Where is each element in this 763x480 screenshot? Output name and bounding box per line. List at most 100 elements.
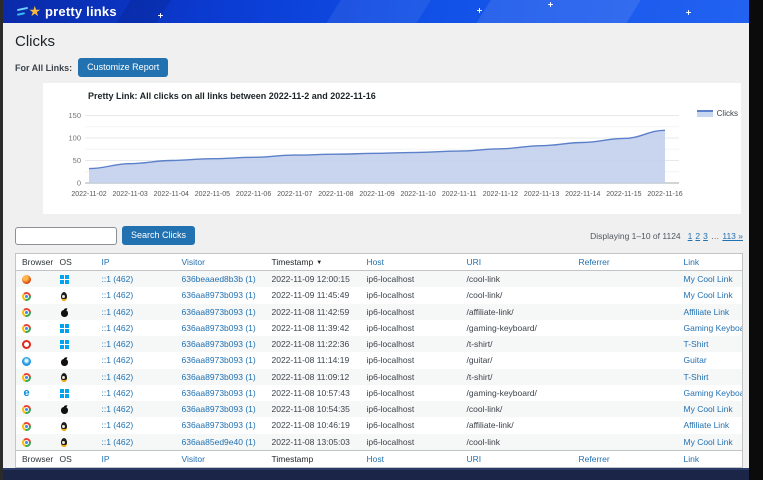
table-header: BrowserOSIPVisitorTimestamp▼HostURIRefer… xyxy=(16,254,743,271)
host-cell: ip6-localhost xyxy=(361,385,461,401)
browser-cell xyxy=(16,336,54,352)
column-label: Visitor xyxy=(182,257,205,267)
page-link-1[interactable]: 1 xyxy=(688,231,693,241)
column-label: Timestamp xyxy=(272,257,314,267)
column-header-ip[interactable]: IP xyxy=(96,254,176,271)
windows-os-icon xyxy=(60,340,69,349)
column-header-uri[interactable]: URI xyxy=(461,254,573,271)
search-clicks-button[interactable]: Search Clicks xyxy=(122,226,195,245)
legend-label: Clicks xyxy=(717,109,738,118)
visitor-link[interactable]: 636aa8973b093 (1) xyxy=(182,290,256,300)
timestamp-cell: 2022-11-08 10:54:35 xyxy=(266,401,361,417)
referrer-cell xyxy=(573,271,678,288)
pretty-link-link[interactable]: T-Shirt xyxy=(684,372,709,382)
pretty-link-link[interactable]: Affiliate Link xyxy=(684,420,730,430)
ip-link[interactable]: ::1 (462) xyxy=(102,404,134,414)
visitor-link[interactable]: 636aa8973b093 (1) xyxy=(182,404,256,414)
table-footer: BrowserOSIPVisitorTimestampHostURIReferr… xyxy=(16,450,743,467)
ip-link[interactable]: ::1 (462) xyxy=(102,274,134,284)
pretty-link-link[interactable]: My Cool Link xyxy=(684,437,733,447)
host-cell: ip6-localhost xyxy=(361,336,461,352)
window-right-border xyxy=(749,0,763,480)
column-header-link[interactable]: Link xyxy=(678,450,743,467)
os-cell xyxy=(54,369,96,385)
column-header-host[interactable]: Host xyxy=(361,450,461,467)
column-header-visitor[interactable]: Visitor xyxy=(176,450,266,467)
clicks-table-body: ::1 (462)636beaaed8b3b (1)2022-11-09 12:… xyxy=(16,271,743,451)
ip-link[interactable]: ::1 (462) xyxy=(102,323,134,333)
page-link-2[interactable]: 2 xyxy=(695,231,700,241)
visitor-link[interactable]: 636aa8973b093 (1) xyxy=(182,339,256,349)
column-header-timestamp[interactable]: Timestamp xyxy=(266,450,361,467)
sparkle-icon xyxy=(158,13,163,18)
column-label: OS xyxy=(60,454,72,464)
os-cell xyxy=(54,417,96,433)
page-link-last[interactable]: 113 » xyxy=(722,231,743,241)
svg-text:2022-11-09: 2022-11-09 xyxy=(359,191,394,198)
ip-link[interactable]: ::1 (462) xyxy=(102,307,134,317)
header-row: BrowserOSIPVisitorTimestampHostURIReferr… xyxy=(16,450,743,467)
ip-link[interactable]: ::1 (462) xyxy=(102,437,134,447)
table-row: ::1 (462)636beaaed8b3b (1)2022-11-09 12:… xyxy=(16,271,743,288)
visitor-link[interactable]: 636aa8973b093 (1) xyxy=(182,355,256,365)
timestamp-cell: 2022-11-08 10:46:19 xyxy=(266,417,361,433)
column-header-ip[interactable]: IP xyxy=(96,450,176,467)
uri-cell: /affiliate-link/ xyxy=(461,417,573,433)
column-header-uri[interactable]: URI xyxy=(461,450,573,467)
pretty-link-link[interactable]: My Cool Link xyxy=(684,290,733,300)
table-row: ::1 (462)636aa8973b093 (1)2022-11-09 11:… xyxy=(16,287,743,303)
logo-text: pretty links xyxy=(45,4,117,19)
host-cell: ip6-localhost xyxy=(361,320,461,336)
ip-link[interactable]: ::1 (462) xyxy=(102,420,134,430)
chrome-browser-icon xyxy=(22,324,31,333)
table-row: ::1 (462) 636aa8973b093 (1) 2022-11-08 10:… xyxy=(16,401,743,417)
chart-title: Pretty Link: All clicks on all links bet… xyxy=(88,91,741,101)
visitor-link[interactable]: 636aa85ed9e40 (1) xyxy=(182,437,256,447)
column-header-referrer[interactable]: Referrer xyxy=(573,450,678,467)
referrer-cell xyxy=(573,401,678,417)
search-input[interactable] xyxy=(15,227,117,245)
column-header-host[interactable]: Host xyxy=(361,254,461,271)
customize-report-button[interactable]: Customize Report xyxy=(78,58,168,77)
visitor-link[interactable]: 636aa8973b093 (1) xyxy=(182,372,256,382)
ip-link[interactable]: ::1 (462) xyxy=(102,290,134,300)
chrome-browser-icon xyxy=(22,422,31,431)
column-header-visitor[interactable]: Visitor xyxy=(176,254,266,271)
column-header-link[interactable]: Link xyxy=(678,254,743,271)
pretty-link-link[interactable]: Gaming Keyboard xyxy=(684,323,743,333)
top-banner: ★ pretty links xyxy=(3,0,763,23)
column-header-timestamp[interactable]: Timestamp▼ xyxy=(266,254,361,271)
ip-link[interactable]: ::1 (462) xyxy=(102,372,134,382)
os-cell xyxy=(54,352,96,368)
ip-link[interactable]: ::1 (462) xyxy=(102,388,134,398)
host-cell: ip6-localhost xyxy=(361,401,461,417)
svg-text:2022-11-15: 2022-11-15 xyxy=(606,191,641,198)
chrome-browser-icon xyxy=(22,373,31,382)
referrer-cell xyxy=(573,352,678,368)
visitor-link[interactable]: 636beaaed8b3b (1) xyxy=(182,274,256,284)
pretty-link-link[interactable]: Gaming Keyboard xyxy=(684,388,743,398)
pretty-link-link[interactable]: T-Shirt xyxy=(684,339,709,349)
pretty-link-link[interactable]: My Cool Link xyxy=(684,274,733,284)
pretty-links-logo: ★ pretty links xyxy=(17,4,117,20)
pretty-link-link[interactable]: Affiliate Link xyxy=(684,307,730,317)
chrome-browser-icon xyxy=(22,292,31,301)
timestamp-cell: 2022-11-08 11:42:59 xyxy=(266,304,361,320)
linux-os-icon xyxy=(60,373,68,382)
ip-link[interactable]: ::1 (462) xyxy=(102,339,134,349)
column-header-referrer[interactable]: Referrer xyxy=(573,254,678,271)
visitor-link[interactable]: 636aa8973b093 (1) xyxy=(182,307,256,317)
table-row: ::1 (462)636aa8973b093 (1)2022-11-08 11:… xyxy=(16,352,743,368)
visitor-link[interactable]: 636aa8973b093 (1) xyxy=(182,388,256,398)
visitor-link[interactable]: 636aa8973b093 (1) xyxy=(182,323,256,333)
apple-os-icon xyxy=(60,357,69,366)
windows-os-icon xyxy=(60,275,69,284)
ip-link[interactable]: ::1 (462) xyxy=(102,355,134,365)
timestamp-cell: 2022-11-08 10:57:43 xyxy=(266,385,361,401)
pretty-link-link[interactable]: My Cool Link xyxy=(684,404,733,414)
page-link-3[interactable]: 3 xyxy=(703,231,708,241)
pretty-link-link[interactable]: Guitar xyxy=(684,355,707,365)
page-title: Clicks xyxy=(15,23,743,58)
clicks-table: BrowserOSIPVisitorTimestamp▼HostURIRefer… xyxy=(15,253,743,468)
visitor-link[interactable]: 636aa8973b093 (1) xyxy=(182,420,256,430)
